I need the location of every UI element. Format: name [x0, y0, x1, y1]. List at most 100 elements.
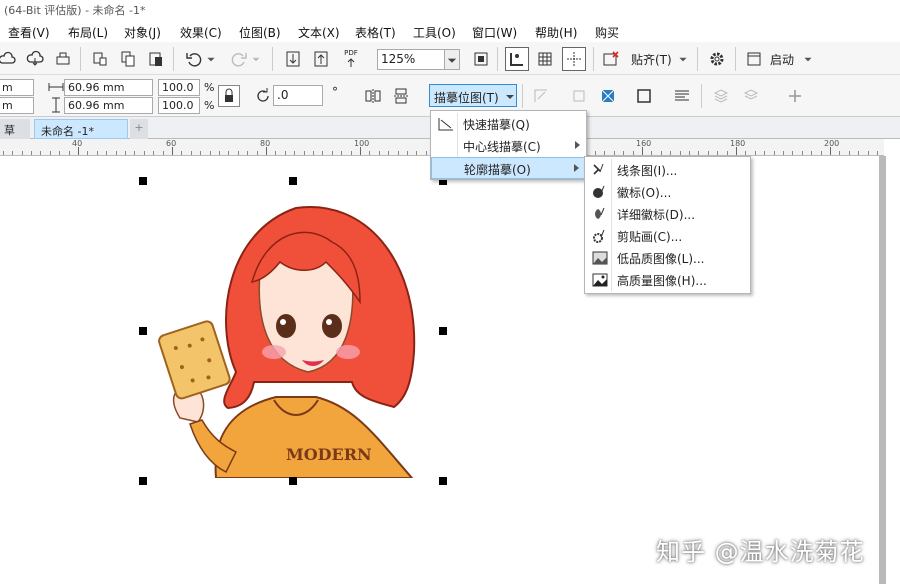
- menu-bitmap[interactable]: 位图(B): [239, 24, 281, 41]
- menu-item-logo[interactable]: 徽标(O)...: [585, 181, 750, 203]
- tab-welcome[interactable]: 草: [0, 119, 30, 139]
- position-x-input[interactable]: m: [0, 79, 34, 96]
- edit-bitmap-icon[interactable]: [530, 85, 552, 107]
- scale-width-input[interactable]: 100.0: [158, 79, 200, 96]
- submenu-arrow-icon: [574, 164, 579, 172]
- menu-window[interactable]: 窗口(W): [472, 24, 517, 41]
- cut-icon[interactable]: [89, 48, 111, 70]
- ruler-label: 80: [260, 139, 271, 148]
- high-quality-image-icon: [592, 273, 608, 287]
- scale-height-input[interactable]: 100.0: [158, 97, 200, 114]
- launch-dropdown[interactable]: 启动: [770, 51, 794, 68]
- export-icon[interactable]: [310, 48, 332, 70]
- separator: [497, 47, 498, 71]
- selection-handle-bottom-center[interactable]: [289, 477, 297, 485]
- paste-icon[interactable]: [145, 48, 167, 70]
- ruler-tick: [31, 151, 32, 155]
- clipart-icon: [593, 229, 605, 243]
- gear-icon[interactable]: [706, 48, 728, 70]
- launch-dropdown-icon[interactable]: [802, 48, 814, 70]
- crop-bitmap-icon[interactable]: [568, 85, 590, 107]
- snap-to-dropdown[interactable]: 贴齐(T): [631, 51, 672, 68]
- ruler-tick: [801, 151, 803, 155]
- undo-dropdown-icon[interactable]: [205, 48, 217, 70]
- object-width-input[interactable]: 60.96 mm: [64, 79, 153, 96]
- trace-bitmap-button[interactable]: 描摹位图(T): [429, 84, 517, 107]
- menu-item-quick-trace[interactable]: 快速描摹(Q): [431, 113, 586, 135]
- launch-window-icon[interactable]: [743, 48, 765, 70]
- chevron-down-icon: [506, 95, 514, 99]
- selection-handle-bottom-left[interactable]: [139, 477, 147, 485]
- ruler-tick: [595, 151, 596, 155]
- undo-icon[interactable]: [183, 48, 205, 70]
- ruler-tick: [134, 151, 136, 155]
- selection-handle-top-center[interactable]: [289, 177, 297, 185]
- menu-help[interactable]: 帮助(H): [535, 24, 577, 41]
- ruler-tick: [190, 151, 192, 155]
- to-front-icon[interactable]: [710, 85, 732, 107]
- menu-tools[interactable]: 工具(O): [413, 24, 456, 41]
- object-height-input[interactable]: 60.96 mm: [64, 97, 153, 114]
- redo-dropdown-icon[interactable]: [250, 48, 262, 70]
- add-tab-button[interactable]: +: [130, 119, 148, 139]
- ruler-label: 200: [824, 139, 840, 148]
- bounding-box-icon[interactable]: [633, 85, 655, 107]
- resample-icon[interactable]: [597, 85, 619, 107]
- selection-handle-middle-right[interactable]: [439, 327, 447, 335]
- menu-table[interactable]: 表格(T): [355, 24, 396, 41]
- menu-layout[interactable]: 布局(L): [68, 24, 108, 41]
- zoom-level-input[interactable]: 125%: [377, 49, 445, 70]
- drawing-canvas[interactable]: MODERN: [0, 156, 884, 584]
- redo-icon[interactable]: [228, 48, 250, 70]
- vertical-scrollbar[interactable]: [879, 156, 886, 584]
- menu-item-label: 详细徽标(D)...: [617, 208, 696, 222]
- show-guidelines-icon[interactable]: [562, 47, 586, 71]
- menu-item-clipart[interactable]: 剪贴画(C)...: [585, 225, 750, 247]
- zoom-dropdown-icon[interactable]: [444, 49, 460, 70]
- position-y-input[interactable]: m: [0, 97, 34, 114]
- menu-object[interactable]: 对象(J): [124, 24, 161, 41]
- selection-handle-middle-left[interactable]: [139, 327, 147, 335]
- to-back-icon[interactable]: [740, 85, 762, 107]
- snap-off-icon[interactable]: [600, 48, 622, 70]
- print-icon[interactable]: [52, 48, 74, 70]
- pdf-export-icon[interactable]: PDF: [338, 46, 364, 72]
- ruler-tick: [181, 151, 183, 155]
- mirror-horizontal-icon[interactable]: [362, 85, 384, 107]
- quick-trace-icon: [438, 118, 453, 131]
- ruler-tick: [707, 151, 709, 155]
- full-screen-icon[interactable]: [470, 48, 492, 70]
- tab-untitled-1[interactable]: 未命名 -1*: [34, 119, 128, 139]
- selection-handle-bottom-right[interactable]: [439, 477, 447, 485]
- rotate-icon: [252, 85, 274, 107]
- ruler-tick: [125, 151, 126, 155]
- menu-buy[interactable]: 购买: [595, 24, 619, 41]
- copy-icon[interactable]: [117, 48, 139, 70]
- show-rulers-icon[interactable]: [505, 47, 529, 71]
- ruler-tick: [294, 151, 296, 155]
- right-panel-edge: [886, 139, 900, 584]
- menu-item-high-quality-image[interactable]: 高质量图像(H)...: [585, 269, 750, 291]
- add-icon[interactable]: [784, 85, 806, 107]
- cloud-download-icon[interactable]: [24, 48, 46, 70]
- menu-effects[interactable]: 效果(C): [180, 24, 222, 41]
- menu-item-low-quality-image[interactable]: 低品质图像(L)...: [585, 247, 750, 269]
- menu-view[interactable]: 查看(V): [8, 24, 50, 41]
- menu-item-line-art[interactable]: 线条图(I)...: [585, 159, 750, 181]
- rotation-angle-input[interactable]: .0: [273, 85, 323, 106]
- import-icon[interactable]: [282, 48, 304, 70]
- lock-ratio-icon[interactable]: [218, 85, 240, 107]
- menu-item-outline-trace[interactable]: 轮廓描摹(O): [431, 157, 586, 179]
- selection-handle-top-left[interactable]: [139, 177, 147, 185]
- snap-dropdown-icon[interactable]: [677, 48, 689, 70]
- upload-cloud-icon[interactable]: [0, 48, 18, 70]
- bitmap-artwork[interactable]: MODERN: [156, 202, 424, 478]
- menu-item-detailed-logo[interactable]: 详细徽标(D)...: [585, 203, 750, 225]
- menu-item-centerline-trace[interactable]: 中心线描摹(C): [431, 135, 586, 157]
- mirror-vertical-icon[interactable]: [390, 85, 412, 107]
- show-grid-icon[interactable]: [534, 48, 556, 70]
- menu-item-label: 高质量图像(H)...: [617, 274, 707, 288]
- outline-trace-submenu: 线条图(I)... 徽标(O)... 详细徽标(D)... 剪贴画(C)... …: [584, 156, 751, 294]
- menu-text[interactable]: 文本(X): [298, 24, 340, 41]
- text-wrap-icon[interactable]: [671, 85, 693, 107]
